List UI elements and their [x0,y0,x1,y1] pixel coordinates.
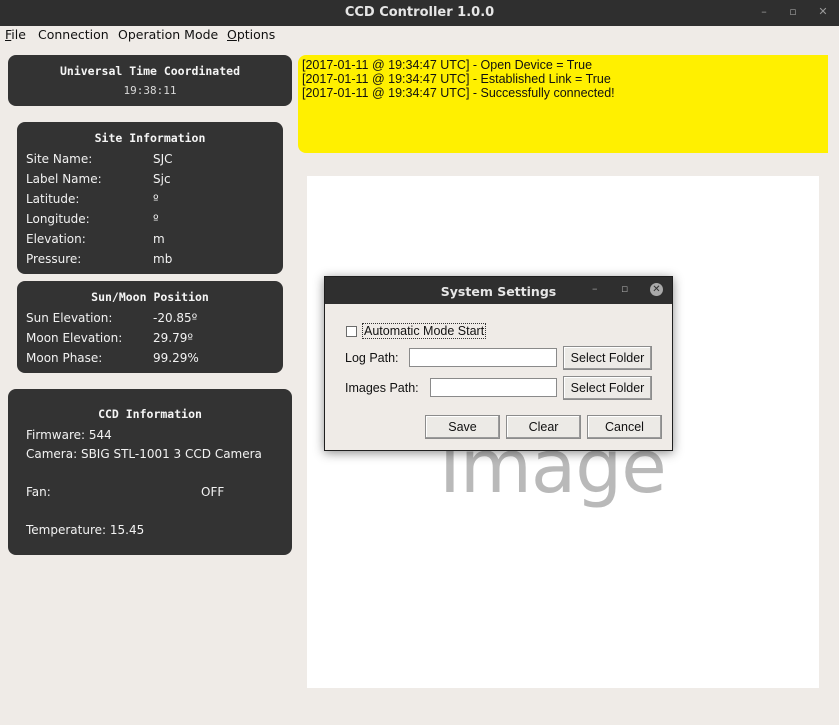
close-icon[interactable]: ✕ [816,5,830,18]
label-name-label: Label Name: [26,172,102,186]
menu-options[interactable]: Options [227,27,275,42]
auto-mode-checkbox[interactable] [346,326,357,337]
utc-time: 19:38:11 [123,84,177,97]
longitude-value: º [153,212,159,226]
restore-icon[interactable]: ▫ [786,5,800,18]
sun-elevation-label: Sun Elevation: [26,311,113,325]
menu-operation-mode[interactable]: Operation Mode [118,27,218,42]
moon-elevation-label: Moon Elevation: [26,331,123,345]
menu-bar: File Connection Operation Mode Options [0,26,839,44]
sun-moon-panel: Sun/Moon Position Sun Elevation: -20.85º… [17,281,283,373]
auto-mode-label[interactable]: Automatic Mode Start [362,323,487,339]
menu-options-mnemonic: O [227,27,237,42]
log-path-input[interactable] [409,348,557,367]
images-path-label: Images Path: [345,381,419,395]
log-select-folder-button[interactable]: Select Folder [563,346,652,370]
pressure-label: Pressure: [26,252,82,266]
log-line: [2017-01-11 @ 19:34:47 UTC] - Establishe… [302,72,611,86]
log-line: [2017-01-11 @ 19:34:47 UTC] - Successful… [302,86,615,100]
images-select-folder-button[interactable]: Select Folder [563,376,652,400]
dialog-title: System Settings [440,284,557,299]
log-line: [2017-01-11 @ 19:34:47 UTC] - Open Devic… [302,58,593,72]
ccd-fan-value: OFF [201,485,225,499]
menu-options-label: ptions [236,27,276,42]
utc-title: Universal Time Coordinated [59,64,240,78]
dialog-titlebar: System Settings – ▫ ✕ [325,277,672,304]
menu-connection[interactable]: Connection [38,27,109,42]
moon-elevation-value: 29.79º [153,331,194,345]
pressure-value: mb [153,252,173,266]
ccd-info-title: CCD Information [98,407,202,421]
moon-phase-label: Moon Phase: [26,351,103,365]
menu-operation-mode-label: Operation Mode [118,27,219,42]
dialog-minimize-icon[interactable]: – [592,282,598,295]
site-info-title: Site Information [94,131,206,145]
label-name-value: Sjc [153,172,171,186]
ccd-temperature: Temperature: 15.45 [26,523,145,537]
site-name-value: SJC [153,152,173,166]
menu-file[interactable]: File [5,27,26,42]
ccd-info-panel: CCD Information Firmware: 544 Camera: SB… [8,389,292,555]
ccd-camera: Camera: SBIG STL-1001 3 CCD Camera [26,447,262,461]
latitude-label: Latitude: [26,192,80,206]
moon-phase-value: 99.29% [153,351,199,365]
ccd-firmware: Firmware: 544 [26,428,112,442]
menu-file-label: ile [11,27,26,42]
dialog-close-icon[interactable]: ✕ [650,283,663,296]
menu-connection-label: Connection [38,27,109,42]
longitude-label: Longitude: [26,212,90,226]
elevation-label: Elevation: [26,232,86,246]
minimize-icon[interactable]: – [757,5,771,18]
images-path-input[interactable] [430,378,557,397]
sun-elevation-value: -20.85º [153,311,198,325]
elevation-value: m [153,232,165,246]
save-button[interactable]: Save [425,415,500,439]
sun-moon-title: Sun/Moon Position [91,290,209,304]
latitude-value: º [153,192,159,206]
log-panel: [2017-01-11 @ 19:34:47 UTC] - Open Devic… [298,55,828,153]
log-path-label: Log Path: [345,351,399,365]
window-title: CCD Controller 1.0.0 [344,5,495,20]
system-settings-dialog: System Settings – ▫ ✕ Automatic Mode Sta… [324,276,673,451]
site-info-panel: Site Information Site Name: SJC Label Na… [17,122,283,274]
window-titlebar: CCD Controller 1.0.0 – ▫ ✕ [0,0,839,26]
clear-button[interactable]: Clear [506,415,581,439]
dialog-restore-icon[interactable]: ▫ [621,282,628,295]
utc-panel: Universal Time Coordinated 19:38:11 [8,55,292,106]
ccd-fan-label: Fan: [26,485,51,499]
site-name-label: Site Name: [26,152,93,166]
cancel-button[interactable]: Cancel [587,415,662,439]
